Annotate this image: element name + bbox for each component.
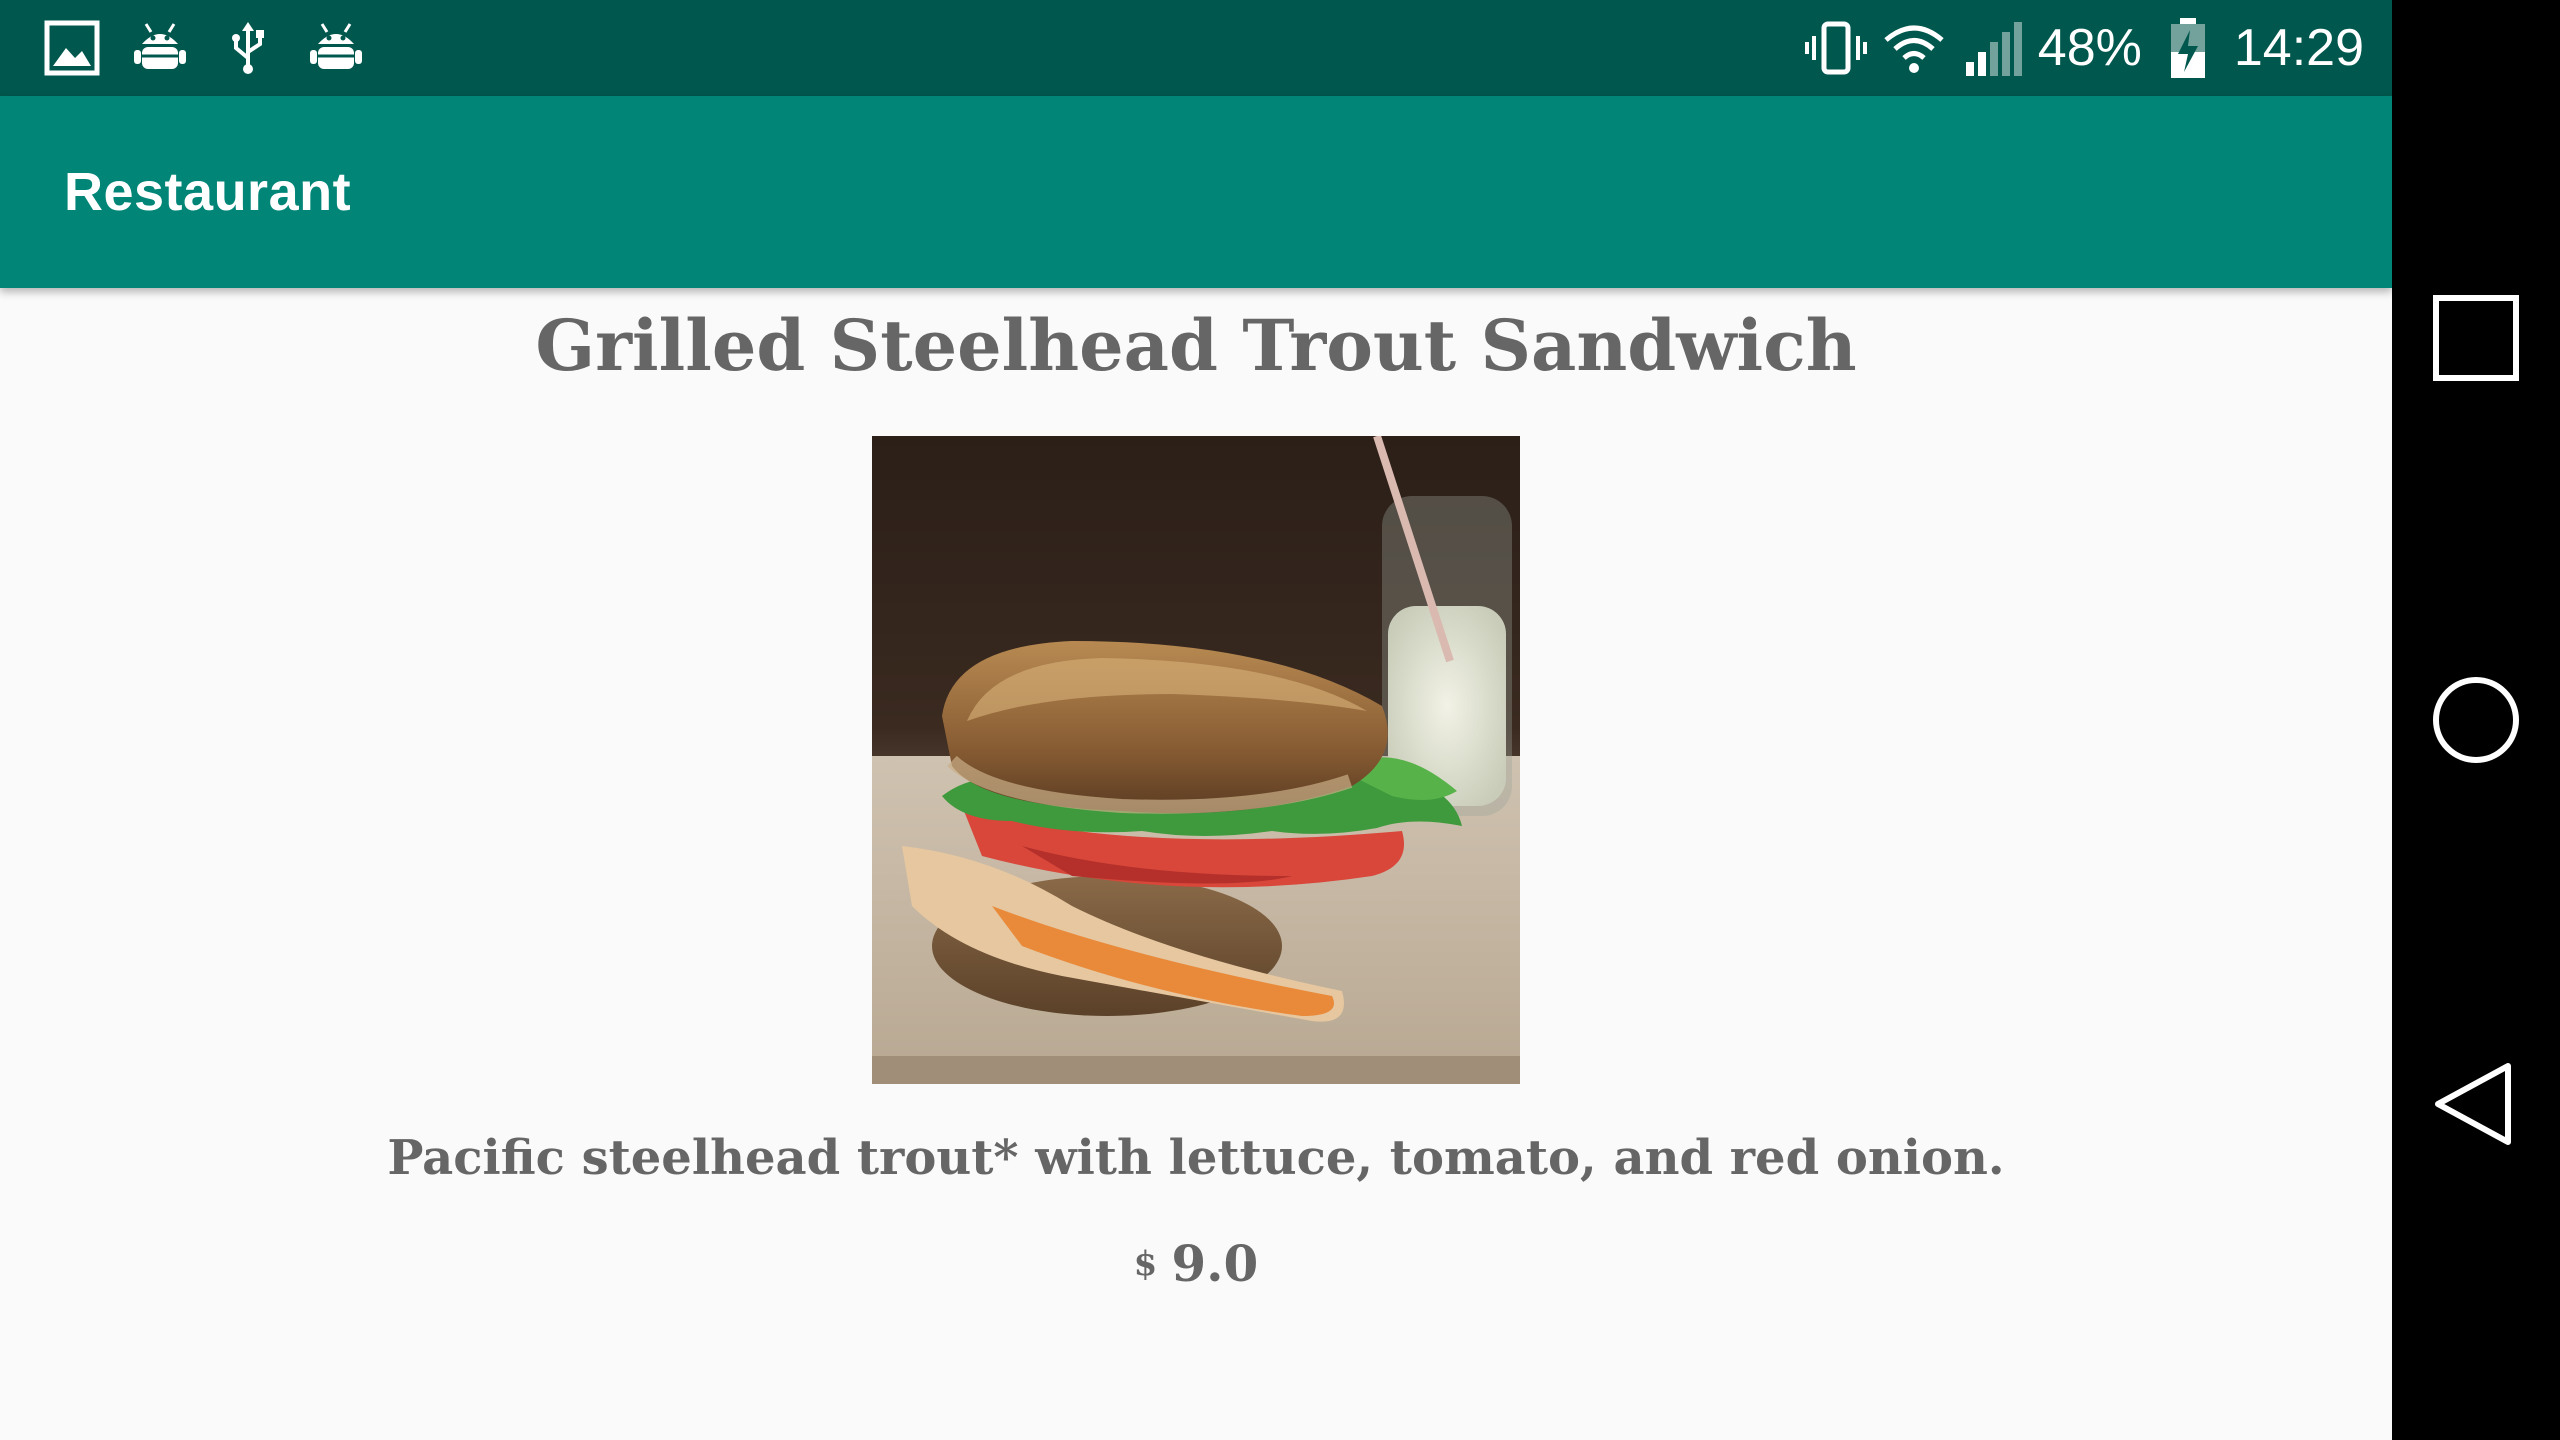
android-debug-icon [308, 20, 364, 76]
home-icon [2433, 677, 2519, 763]
usb-icon [220, 20, 276, 76]
dish-name: Grilled Steelhead Trout Sandwich [535, 304, 1857, 387]
dish-detail: Grilled Steelhead Trout Sandwich Pacific… [0, 288, 2392, 1440]
back-button[interactable] [2426, 1054, 2526, 1154]
vibrate-icon [1804, 16, 1868, 80]
back-icon [2435, 1063, 2511, 1145]
dish-description: Pacific steelhead trout* with lettuce, t… [387, 1130, 2005, 1186]
gallery-icon [44, 20, 100, 76]
home-button[interactable] [2426, 670, 2526, 770]
wifi-icon [1882, 16, 1946, 80]
app-screen: 48% 14:29 Restaurant Grilled Steelhead T… [0, 0, 2392, 1440]
battery-charging-icon [2156, 16, 2220, 80]
recents-icon [2433, 295, 2519, 381]
clock: 14:29 [2233, 19, 2364, 77]
price-value: 9.0 [1171, 1234, 1259, 1293]
recents-button[interactable] [2426, 288, 2526, 388]
android-debug-icon [132, 20, 188, 76]
toolbar-title: Restaurant [64, 162, 352, 222]
battery-percent: 48% [2037, 19, 2142, 77]
notification-icons [44, 18, 364, 78]
app-toolbar: Restaurant [0, 96, 2392, 288]
cell-signal-icon [1960, 16, 2024, 80]
system-status: 48% 14:29 [1804, 14, 2364, 82]
dish-price: $9.0 [0, 1232, 2392, 1308]
currency-symbol: $ [1133, 1244, 1158, 1284]
status-bar: 48% 14:29 [0, 0, 2392, 96]
dish-photo [872, 436, 1520, 1084]
navigation-bar [2392, 0, 2560, 1440]
